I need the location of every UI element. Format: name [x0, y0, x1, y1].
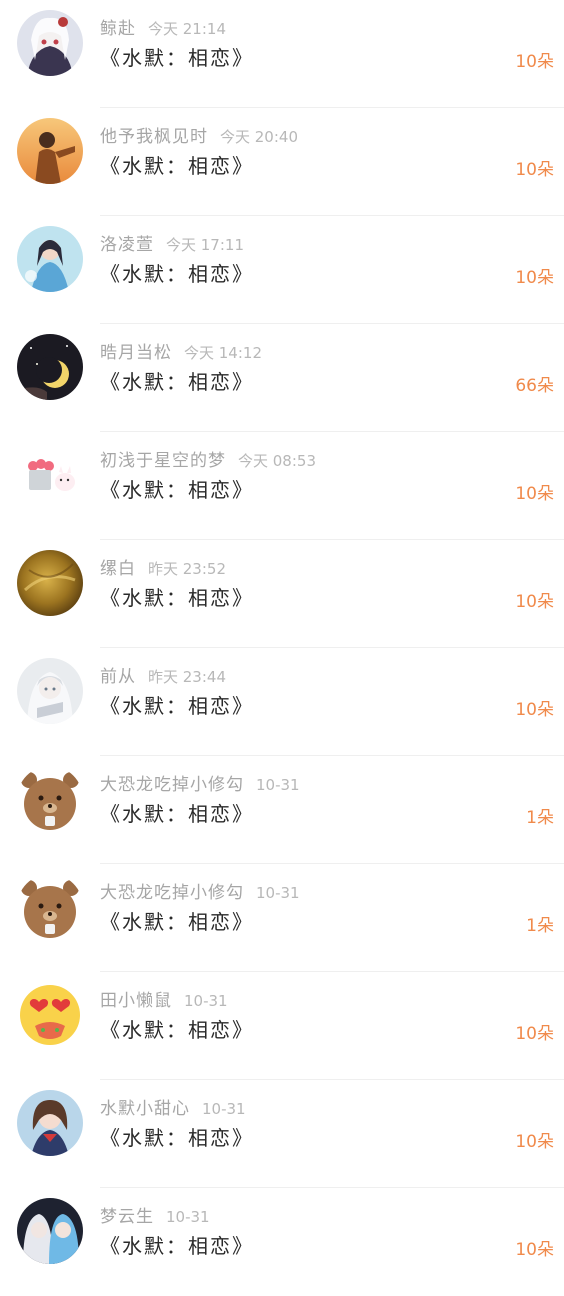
gift-count: 10朵	[515, 1024, 554, 1044]
gift-count: 10朵	[515, 700, 554, 720]
gift-count: 10朵	[515, 160, 554, 180]
user-name[interactable]: 他予我枫见时	[100, 127, 208, 147]
gift-item-title: 《水默：相恋》	[100, 802, 254, 826]
user-name[interactable]: 缧白	[100, 559, 136, 579]
timestamp: 10-31	[202, 1100, 246, 1118]
gift-count: 10朵	[515, 52, 554, 72]
gift-item-title: 《水默：相恋》	[100, 1234, 254, 1258]
user-name[interactable]: 大恐龙吃掉小修勾	[100, 775, 244, 795]
gift-item-title: 《水默：相恋》	[100, 154, 254, 178]
user-name[interactable]: 大恐龙吃掉小修勾	[100, 883, 244, 903]
gift-list: 鲸赴 今天 21:14 《水默：相恋》 10朵 他予我枫见时 今天 20:40 《水…	[0, 0, 564, 1280]
timestamp: 10-31	[256, 776, 300, 794]
timestamp: 今天 20:40	[220, 128, 298, 146]
timestamp: 10-31	[166, 1208, 210, 1226]
list-item[interactable]: 他予我枫见时 今天 20:40 《水默：相恋》 10朵	[0, 108, 564, 216]
gift-item-title: 《水默：相恋》	[100, 262, 254, 286]
timestamp: 今天 14:12	[184, 344, 262, 362]
user-name[interactable]: 水默小甜心	[100, 1099, 190, 1119]
list-item[interactable]: 缧白 昨天 23:52 《水默：相恋》 10朵	[0, 540, 564, 648]
gift-count: 10朵	[515, 592, 554, 612]
user-name[interactable]: 田小懒鼠	[100, 991, 172, 1011]
flower-bucket-cartoon-avatar-icon[interactable]	[17, 442, 83, 508]
timestamp: 今天 08:53	[238, 452, 316, 470]
list-item[interactable]: 田小懒鼠 10-31 《水默：相恋》 10朵	[0, 972, 564, 1080]
timestamp: 今天 17:11	[166, 236, 244, 254]
user-name[interactable]: 梦云生	[100, 1207, 154, 1227]
user-name[interactable]: 初浅于星空的梦	[100, 451, 226, 471]
list-item[interactable]: 前从 昨天 23:44 《水默：相恋》 10朵	[0, 648, 564, 756]
gift-count: 66朵	[515, 376, 554, 396]
list-item[interactable]: 大恐龙吃掉小修勾 10-31 《水默：相恋》 1朵	[0, 864, 564, 972]
heart-eyes-emoji-avatar-icon[interactable]	[17, 982, 83, 1048]
gift-item-title: 《水默：相恋》	[100, 1126, 254, 1150]
timestamp: 昨天 23:52	[148, 560, 226, 578]
timestamp: 10-31	[184, 992, 228, 1010]
anime-girl-brown-hair-avatar-icon[interactable]	[17, 1090, 83, 1156]
list-item[interactable]: 水默小甜心 10-31 《水默：相恋》 10朵	[0, 1080, 564, 1188]
gift-count: 10朵	[515, 268, 554, 288]
anime-girl-white-hair-avatar-icon[interactable]	[17, 10, 83, 76]
timestamp: 昨天 23:44	[148, 668, 226, 686]
anime-boy-sunset-avatar-icon[interactable]	[17, 118, 83, 184]
brown-bear-avatar-icon[interactable]	[17, 874, 83, 940]
gift-count: 10朵	[515, 1240, 554, 1260]
list-item[interactable]: 晧月当松 今天 14:12 《水默：相恋》 66朵	[0, 324, 564, 432]
gift-count: 10朵	[515, 484, 554, 504]
list-item[interactable]: 洛凌萱 今天 17:11 《水默：相恋》 10朵	[0, 216, 564, 324]
brown-bear-avatar-icon[interactable]	[17, 766, 83, 832]
user-name[interactable]: 晧月当松	[100, 343, 172, 363]
list-item[interactable]: 大恐龙吃掉小修勾 10-31 《水默：相恋》 1朵	[0, 756, 564, 864]
list-item[interactable]: 鲸赴 今天 21:14 《水默：相恋》 10朵	[0, 0, 564, 108]
timestamp: 今天 21:14	[148, 20, 226, 38]
gift-item-title: 《水默：相恋》	[100, 586, 254, 610]
anime-white-hair-avatar-icon[interactable]	[17, 658, 83, 724]
list-item[interactable]: 初浅于星空的梦 今天 08:53 《水默：相恋》 10朵	[0, 432, 564, 540]
user-name[interactable]: 鲸赴	[100, 19, 136, 39]
gift-item-title: 《水默：相恋》	[100, 910, 254, 934]
gift-count: 1朵	[526, 916, 554, 936]
user-name[interactable]: 洛凌萱	[100, 235, 154, 255]
golden-texture-avatar-icon[interactable]	[17, 550, 83, 616]
gift-item-title: 《水默：相恋》	[100, 1018, 254, 1042]
gift-item-title: 《水默：相恋》	[100, 694, 254, 718]
gift-item-title: 《水默：相恋》	[100, 478, 254, 502]
anime-couple-avatar-icon[interactable]	[17, 1198, 83, 1264]
gift-count: 1朵	[526, 808, 554, 828]
crescent-moon-night-avatar-icon[interactable]	[17, 334, 83, 400]
timestamp: 10-31	[256, 884, 300, 902]
anime-girl-blue-avatar-icon[interactable]	[17, 226, 83, 292]
gift-item-title: 《水默：相恋》	[100, 46, 254, 70]
gift-count: 10朵	[515, 1132, 554, 1152]
user-name[interactable]: 前从	[100, 667, 136, 687]
gift-item-title: 《水默：相恋》	[100, 370, 254, 394]
